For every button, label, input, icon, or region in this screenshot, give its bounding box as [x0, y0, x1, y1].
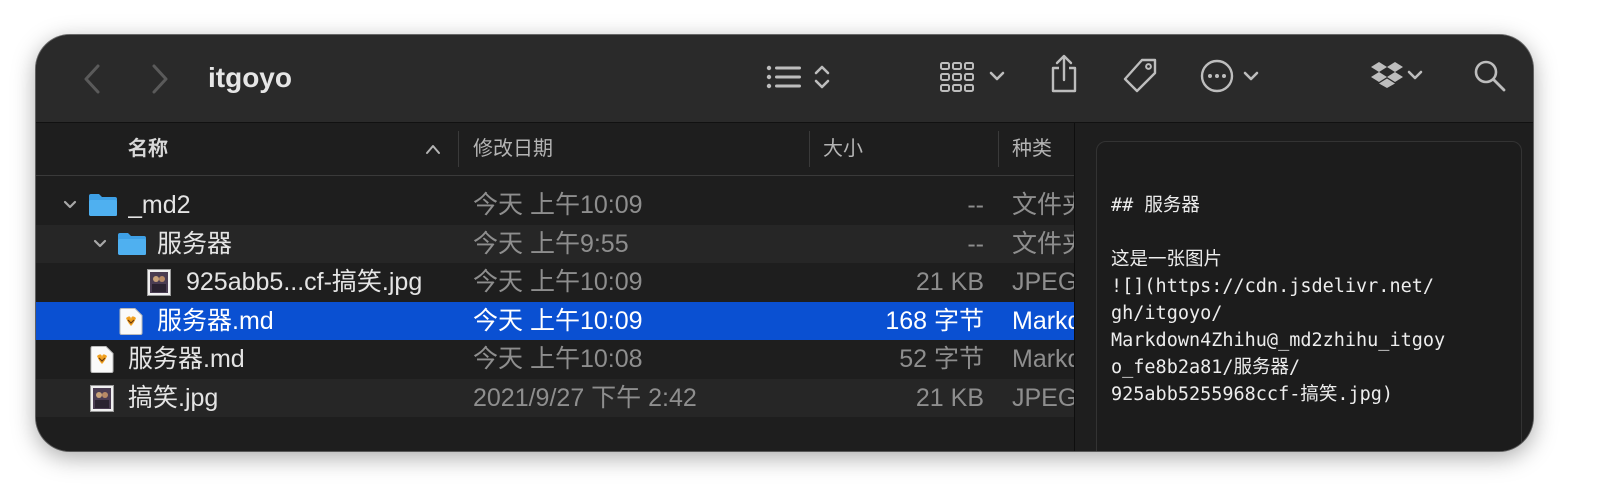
preview-text: o_fe8b2a81/服务器/ [1111, 357, 1301, 378]
preview-heading: ## 服务器 [1111, 195, 1200, 216]
disclosure-expanded-icon[interactable] [92, 225, 108, 264]
column-header-kind[interactable]: 种类 [1012, 123, 1072, 175]
file-size: 52 字节 [899, 345, 984, 373]
file-date: 今天 上午10:09 [473, 306, 643, 335]
forward-icon[interactable] [144, 57, 176, 101]
table-row-selected[interactable]: 服务器.md 今天 上午10:09 168 字节 Markdown [36, 301, 1074, 340]
table-row[interactable]: 服务器.md 今天 上午10:08 52 字节 Markdown [36, 340, 1074, 379]
folder-icon [88, 193, 118, 222]
image-file-icon [147, 269, 171, 301]
file-size: -- [967, 229, 984, 258]
file-name: 服务器 [157, 229, 233, 258]
image-file-icon [90, 384, 114, 417]
file-date: 今天 上午10:08 [473, 345, 643, 373]
preview-pane: ## 服务器 这是一张图片 ![](https://cdn.jsdelivr.n… [1096, 141, 1522, 451]
dropbox-icon[interactable] [1368, 53, 1428, 99]
column-header-date[interactable]: 修改日期 [473, 123, 773, 175]
preview-text: ![](https://cdn.jsdelivr.net/ [1111, 276, 1435, 297]
column-divider[interactable] [458, 131, 459, 167]
preview-text: 这是一张图片 [1111, 249, 1223, 270]
file-name: _md2 [128, 191, 191, 219]
file-name: 服务器.md [128, 345, 245, 373]
finder-window: itgoyo 名称 修改日期 大小 种类 _md2 今天 上午10:09 -- … [36, 35, 1533, 451]
preview-text: gh/itgoyo/ [1111, 303, 1223, 324]
folder-icon [117, 232, 147, 261]
preview-text: Markdown4Zhihu@_md2zhihu_itgoy [1111, 330, 1446, 351]
sort-ascending-icon[interactable] [422, 137, 444, 161]
disclosure-expanded-icon[interactable] [62, 186, 78, 225]
file-date: 今天 上午10:09 [473, 268, 643, 296]
file-name: 搞笑.jpg [128, 383, 219, 412]
back-icon[interactable] [76, 57, 108, 101]
table-row[interactable]: _md2 今天 上午10:09 -- 文件夹 [36, 186, 1074, 225]
file-list: 名称 修改日期 大小 种类 _md2 今天 上午10:09 -- 文件 服务器 … [36, 123, 1074, 451]
share-icon[interactable] [1046, 49, 1082, 99]
more-icon[interactable] [1198, 53, 1262, 99]
search-icon[interactable] [1468, 53, 1512, 99]
file-kind: 文件夹 [1012, 229, 1074, 258]
file-size: 21 KB [915, 383, 984, 412]
file-size: 168 字节 [885, 306, 984, 335]
content-area: 名称 修改日期 大小 种类 _md2 今天 上午10:09 -- 文件 服务器 … [36, 123, 1533, 451]
markdown-file-icon [90, 346, 114, 378]
window-title: itgoyo [208, 62, 292, 93]
file-kind: JPEG图像 [1012, 383, 1074, 412]
column-header: 名称 修改日期 大小 种类 [36, 123, 1074, 176]
file-kind: JPEG图像 [1012, 268, 1074, 296]
file-rows: _md2 今天 上午10:09 -- 文件夹 服务器 今天 上午9:55 -- [36, 186, 1074, 417]
table-row[interactable]: 925abb5...cf-搞笑.jpg 今天 上午10:09 21 KB JPE… [36, 263, 1074, 302]
table-row[interactable]: 搞笑.jpg 2021/9/27 下午 2:42 21 KB JPEG图像 [36, 378, 1074, 417]
column-divider[interactable] [998, 131, 999, 167]
preview-text: 925abb5255968ccf-搞笑.jpg) [1111, 384, 1394, 405]
group-view-icon[interactable] [938, 55, 1012, 99]
file-date: 2021/9/27 下午 2:42 [473, 383, 697, 412]
list-view-icon[interactable] [764, 55, 804, 99]
file-date: 今天 上午10:09 [473, 191, 643, 219]
file-kind: Markdown [1012, 345, 1074, 373]
file-size: -- [967, 191, 984, 219]
table-row[interactable]: 服务器 今天 上午9:55 -- 文件夹 [36, 224, 1074, 264]
column-divider[interactable] [809, 131, 810, 167]
file-kind: Markdown [1012, 306, 1074, 335]
file-name: 925abb5...cf-搞笑.jpg [186, 268, 423, 296]
preview-divider[interactable] [1074, 123, 1075, 451]
sort-icon[interactable] [810, 55, 834, 99]
markdown-file-icon [119, 307, 143, 340]
tag-icon[interactable] [1118, 53, 1162, 99]
column-header-size[interactable]: 大小 [823, 123, 973, 175]
file-kind: 文件夹 [1012, 191, 1074, 219]
toolbar: itgoyo [36, 35, 1533, 123]
column-header-name[interactable]: 名称 [128, 123, 328, 175]
file-name: 服务器.md [157, 306, 274, 335]
file-date: 今天 上午9:55 [473, 229, 629, 258]
file-size: 21 KB [915, 268, 984, 296]
